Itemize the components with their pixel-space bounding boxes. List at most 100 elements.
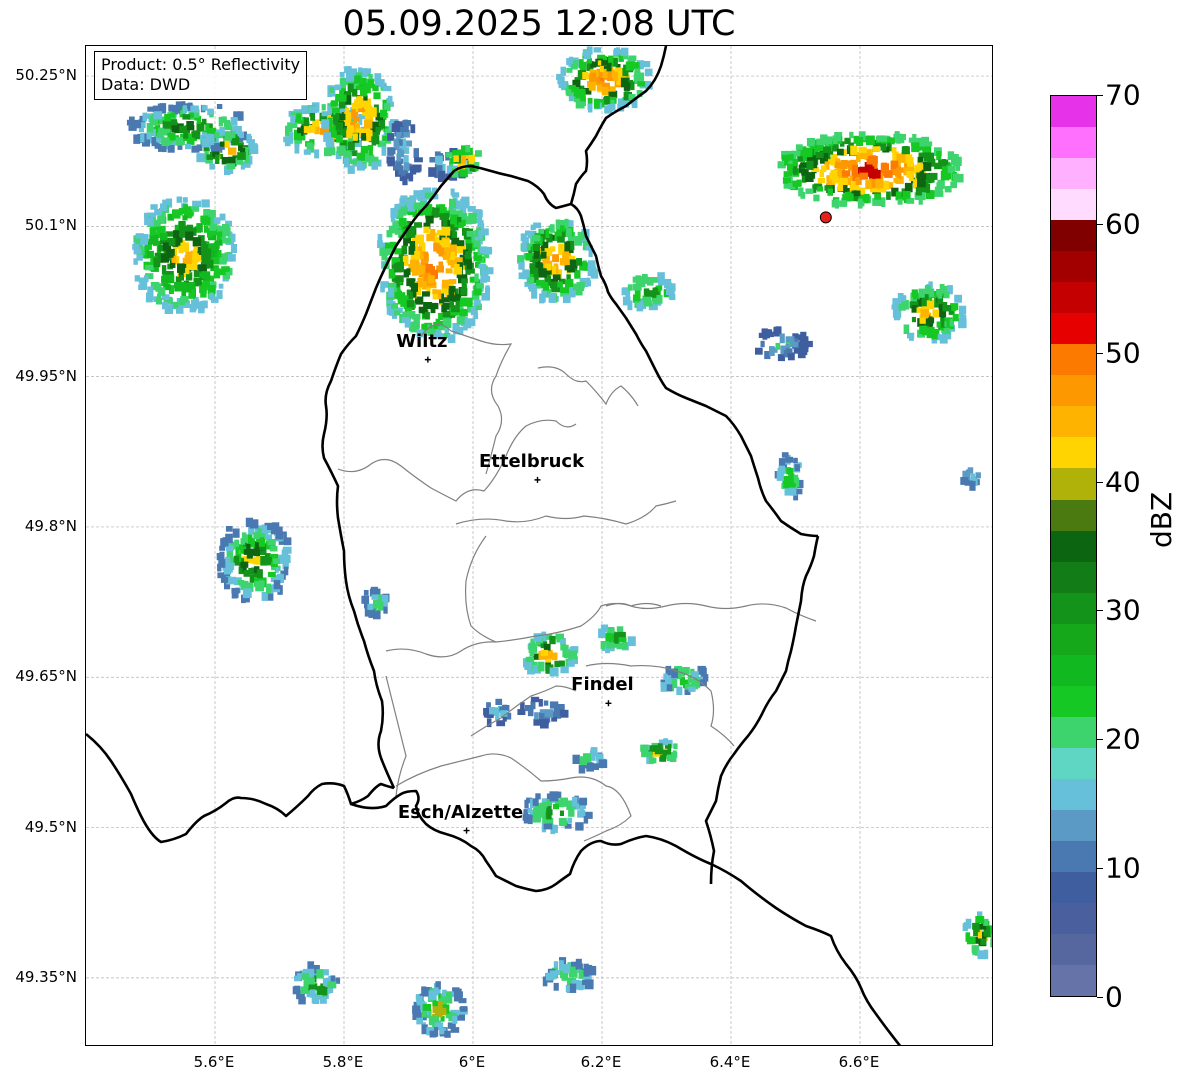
- colorbar-segment: [1051, 530, 1096, 562]
- echo-cell: [891, 281, 967, 344]
- lon-tick-label: 6.2°E: [580, 1053, 622, 1071]
- lat-tick-label: 49.95°N: [15, 366, 77, 385]
- colorbar-label: dBZ: [1145, 491, 1178, 548]
- canton-boundary-east: [537, 366, 639, 407]
- echo-cell: [132, 196, 237, 314]
- colorbar-segment: [1051, 468, 1096, 500]
- colorbar-segment: [1051, 344, 1096, 376]
- colorbar-tick-label: 10: [1105, 851, 1141, 885]
- colorbar-tick: [1097, 739, 1103, 741]
- colorbar-tick: [1097, 997, 1103, 998]
- lon-tick-label: 6°E: [458, 1053, 486, 1071]
- colorbar-tick: [1097, 868, 1103, 870]
- colorbar-segment: [1051, 747, 1096, 779]
- lat-tick-label: 50.25°N: [15, 66, 77, 85]
- colorbar-tick-label: 70: [1105, 78, 1141, 112]
- echo-cell: [598, 624, 636, 654]
- colorbar-tick: [1097, 223, 1103, 225]
- echo-cell: [386, 119, 423, 186]
- colorbar-segment: [1051, 592, 1096, 624]
- colorbar-tick-label: 40: [1105, 465, 1141, 499]
- chart-title: 05.09.2025 12:08 UTC: [342, 4, 736, 44]
- data-source-text: Data: DWD: [101, 75, 191, 94]
- colorbar-segment: [1051, 189, 1096, 221]
- echo-cell: [542, 957, 597, 993]
- product-info-box: Product: 0.5° Reflectivity Data: DWD: [94, 51, 308, 100]
- colorbar-segment: [1051, 561, 1096, 593]
- colorbar-segment: [1051, 251, 1096, 283]
- lat-tick-label: 49.5°N: [24, 817, 77, 836]
- lat-tick-label: 49.35°N: [15, 967, 77, 986]
- colorbar-segment: [1051, 220, 1096, 252]
- echo-cell: [640, 738, 678, 765]
- echo-cell: [960, 467, 981, 491]
- colorbar-segment: [1051, 437, 1096, 469]
- echo-cell: [523, 631, 579, 677]
- echo-cell: [621, 272, 676, 312]
- colorbar-segment: [1051, 685, 1096, 717]
- lux-border-east: [704, 535, 820, 885]
- city-marker: [424, 356, 431, 363]
- colorbar-segment: [1051, 902, 1096, 934]
- product-text: Product: 0.5° Reflectivity: [101, 55, 301, 74]
- colorbar-segment: [1051, 933, 1096, 965]
- city-label: Findel: [571, 674, 634, 696]
- radar-site-marker: [819, 211, 832, 224]
- colorbar-tick-label: 0: [1105, 980, 1123, 1014]
- colorbar-segment: [1051, 282, 1096, 314]
- lon-tick-label: 6.6°E: [838, 1053, 880, 1071]
- lat-tick-label: 50.1°N: [24, 216, 77, 235]
- lon-tick-label: 6.4°E: [709, 1053, 751, 1071]
- canton-boundary-east2: [605, 602, 817, 622]
- city-marker: [463, 827, 470, 834]
- canton-boundary-central: [455, 500, 677, 525]
- echo-cell: [660, 665, 709, 695]
- echo-cell: [777, 131, 964, 209]
- canton-boundary-mid: [464, 535, 662, 643]
- colorbar-tick: [1097, 352, 1103, 354]
- city-label: Ettelbruck: [478, 450, 585, 472]
- lat-tick-label: 49.65°N: [15, 667, 77, 686]
- colorbar-tick: [1097, 481, 1103, 483]
- radar-echoes: [126, 46, 992, 1038]
- echo-cell: [412, 981, 468, 1038]
- colorbar-segment: [1051, 623, 1096, 655]
- city-marker: [534, 476, 541, 483]
- colorbar-tick-label: 60: [1105, 207, 1141, 241]
- echo-cell: [361, 586, 390, 620]
- colorbar-segment: [1051, 127, 1096, 159]
- echo-cell: [517, 696, 569, 729]
- colorbar-segment: [1051, 406, 1096, 438]
- lat-tick-label: 49.8°N: [24, 516, 77, 535]
- colorbar-segment: [1051, 778, 1096, 810]
- echo-cell: [216, 517, 292, 604]
- colorbar-segment: [1051, 716, 1096, 748]
- echo-cell: [377, 187, 494, 343]
- colorbar-tick-label: 50: [1105, 336, 1141, 370]
- colorbar-tick: [1097, 95, 1103, 96]
- echo-cell: [774, 452, 804, 501]
- colorbar-segment: [1051, 499, 1096, 531]
- map-canvas: [86, 46, 992, 1045]
- lon-tick-label: 5.8°E: [322, 1053, 364, 1071]
- city-marker: [605, 700, 612, 707]
- radar-map[interactable]: [85, 45, 993, 1046]
- lon-tick-label: 5.6°E: [193, 1053, 235, 1071]
- colorbar-segment: [1051, 871, 1096, 903]
- colorbar-segment: [1051, 840, 1096, 872]
- colorbar-segment: [1051, 96, 1096, 128]
- city-label: Wiltz: [396, 330, 448, 352]
- colorbar-segment: [1051, 375, 1096, 407]
- colorbar-segment: [1051, 809, 1096, 841]
- canton-boundary-luxembourg: [385, 641, 497, 658]
- colorbar-segment: [1051, 158, 1096, 190]
- colorbar-tick-label: 30: [1105, 593, 1141, 627]
- colorbar: [1050, 95, 1097, 997]
- colorbar-segment: [1051, 964, 1096, 996]
- echo-cell: [196, 126, 259, 176]
- colorbar-segment: [1051, 654, 1096, 686]
- lux-border-west: [86, 732, 395, 844]
- echo-cell: [962, 911, 992, 960]
- echo-cell: [556, 46, 653, 114]
- colorbar-segment: [1051, 313, 1096, 345]
